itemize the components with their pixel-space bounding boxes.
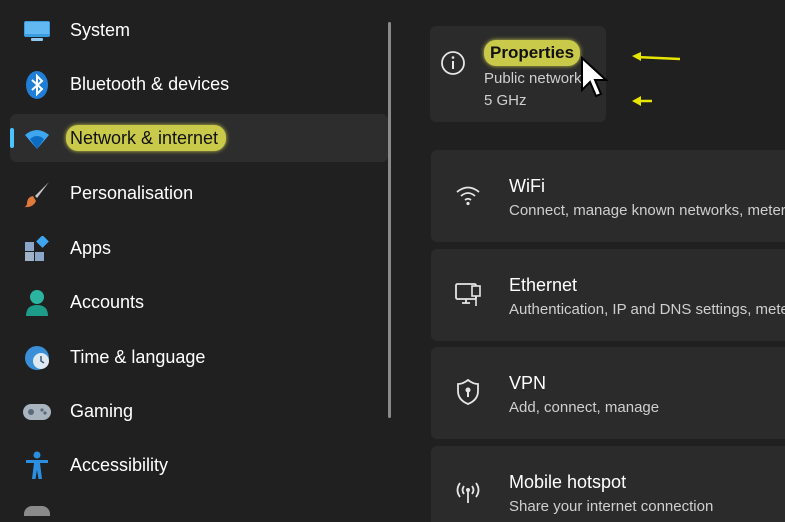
setting-description: Share your internet connection [509, 498, 714, 515]
annotation-arrow-icon [632, 52, 681, 61]
sidebar-item-time-language[interactable]: Time & language [10, 333, 388, 381]
setting-title: WiFi [509, 176, 545, 196]
mouse-cursor-icon [581, 56, 609, 98]
sidebar-item-label: Bluetooth & devices [70, 74, 230, 94]
setting-card-ethernet[interactable]: Ethernet Authentication, IP and DNS sett… [431, 249, 785, 341]
sidebar-item-label: Network & internet [66, 125, 227, 151]
settings-sidebar: System Bluetooth & devices Network & int… [0, 0, 390, 522]
wifi-icon [22, 124, 52, 154]
sidebar-item-label: System [70, 20, 131, 40]
setting-title: Mobile hotspot [509, 472, 627, 492]
sidebar-item-label: Personalisation [70, 183, 194, 203]
shield-icon [453, 377, 483, 407]
hotspot-icon [453, 476, 483, 506]
sidebar-item-label: Accounts [70, 292, 145, 312]
sidebar-item-apps[interactable]: Apps [10, 224, 388, 272]
setting-title: Ethernet [509, 275, 578, 295]
sidebar-item-label: Gaming [70, 401, 134, 421]
setting-card-vpn[interactable]: VPN Add, connect, manage [431, 347, 785, 439]
setting-description: Authentication, IP and DNS settings, met… [509, 301, 785, 318]
sidebar-item-label: Accessibility [70, 455, 169, 475]
sidebar-item-accounts[interactable]: Accounts [10, 278, 388, 326]
wifi-icon [453, 180, 483, 210]
sidebar-item-personalisation[interactable]: Personalisation [10, 169, 388, 217]
sidebar-item-gaming[interactable]: Gaming [10, 387, 388, 435]
brush-icon [22, 179, 52, 209]
apps-icon [22, 234, 52, 264]
setting-description: Connect, manage known networks, metered … [509, 202, 785, 219]
sidebar-scrollbar[interactable] [388, 22, 391, 418]
info-icon [440, 50, 466, 76]
setting-card-mobile-hotspot[interactable]: Mobile hotspot Share your internet conne… [431, 446, 785, 522]
setting-description: Add, connect, manage [509, 399, 660, 416]
bluetooth-icon [22, 70, 52, 100]
sidebar-item-label: Time & language [70, 347, 206, 367]
gamepad-icon [22, 397, 52, 427]
selection-indicator [10, 128, 14, 148]
sidebar-item-bluetooth[interactable]: Bluetooth & devices [10, 60, 388, 108]
sidebar-item-accessibility[interactable]: Accessibility [10, 441, 388, 489]
ethernet-icon [453, 279, 483, 309]
globe-clock-icon [22, 343, 52, 373]
setting-title: VPN [509, 373, 547, 393]
properties-title[interactable]: Properties [484, 40, 581, 66]
sidebar-item-network[interactable]: Network & internet [10, 114, 388, 162]
network-band-text: 5 GHz [484, 92, 527, 109]
sidebar-item-system[interactable]: System [10, 6, 388, 54]
monitor-icon [22, 16, 52, 46]
sidebar-item-label: Apps [70, 238, 112, 258]
partial-nav-icon [24, 506, 50, 516]
accessibility-icon [22, 451, 52, 481]
person-icon [22, 288, 52, 318]
setting-card-wifi[interactable]: WiFi Connect, manage known networks, met… [431, 150, 785, 242]
annotation-arrow-icon [632, 96, 652, 106]
